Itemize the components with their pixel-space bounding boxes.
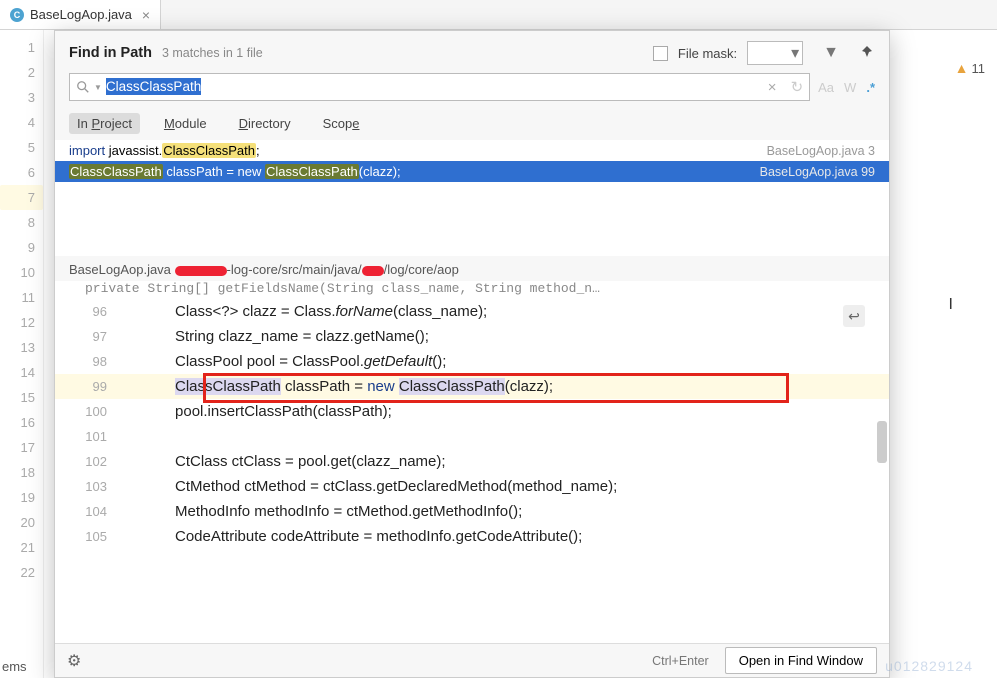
result-row[interactable]: import javassist.ClassClassPath;BaseLogA… [55,140,889,161]
search-query-text: ClassClassPath [106,78,201,95]
gutter-line: 6 [0,160,43,185]
warning-count: 11 [972,61,986,76]
scope-tab[interactable]: Directory [231,113,299,134]
gutter-line: 8 [0,210,43,235]
code-line[interactable]: 103 CtMethod ctMethod = ctClass.getDecla… [55,474,889,499]
file-mask-checkbox[interactable] [653,46,668,61]
code-line[interactable]: 102 CtClass ctClass = pool.get(clazz_nam… [55,449,889,474]
tab-label: BaseLogAop.java [30,7,132,22]
watermark: u012829124 [885,658,973,674]
code-preview[interactable]: private String[] getFieldsName(String cl… [55,281,889,643]
file-mask-label: File mask: [678,46,737,61]
scope-tabs: In Project Module Directory Scope [55,109,889,140]
gutter-line: 21 [0,535,43,560]
close-icon[interactable]: × [142,7,150,23]
gutter-line: 4 [0,110,43,135]
statusbar-fragment: ems [2,659,27,674]
truncated-line: private String[] getFieldsName(String cl… [85,281,889,299]
scope-tab[interactable]: Module [156,113,215,134]
editor-gutter: 12345678910111213141516171819202122 [0,30,44,678]
code-line[interactable]: 100 pool.insertClassPath(classPath); [55,399,889,424]
gutter-line: 14 [0,360,43,385]
gutter-line: 15 [0,385,43,410]
results-list: import javassist.ClassClassPath;BaseLogA… [55,140,889,182]
gutter-line: 9 [0,235,43,260]
gutter-line: 18 [0,460,43,485]
gutter-line: 7 [0,185,43,210]
gutter-line: 13 [0,335,43,360]
class-file-icon: C [10,8,24,22]
shortcut-hint: Ctrl+Enter [652,654,709,668]
chevron-down-icon[interactable]: ▼ [94,83,102,92]
history-icon[interactable]: ↻ [785,78,810,96]
clear-icon[interactable]: × [760,79,785,96]
redacted-segment [362,266,384,276]
editor-tab-bar: C BaseLogAop.java × [0,0,997,30]
panel-title: Find in Path [69,45,152,61]
code-line[interactable]: 101 [55,424,889,449]
find-in-path-panel: Find in Path 3 matches in 1 file File ma… [54,30,890,678]
code-line[interactable]: 96 Class<?> clazz = Class.forName(class_… [55,299,889,324]
gutter-line: 10 [0,260,43,285]
gutter-line: 17 [0,435,43,460]
scope-tab[interactable]: Scope [315,113,368,134]
editor-tab[interactable]: C BaseLogAop.java × [0,0,161,29]
code-line[interactable]: 97 String clazz_name = clazz.getName(); [55,324,889,349]
match-case-toggle[interactable]: Aa [818,80,834,95]
text-cursor-icon: I [949,296,953,314]
gutter-line: 1 [0,35,43,60]
redacted-segment [175,266,227,276]
match-summary: 3 matches in 1 file [162,46,263,60]
search-input[interactable]: ▼ ClassClassPath × ↻ [69,73,810,101]
code-line[interactable]: 99 ClassClassPath classPath = new ClassC… [55,374,889,399]
gutter-line: 3 [0,85,43,110]
gutter-line: 5 [0,135,43,160]
words-toggle[interactable]: W [844,80,856,95]
pin-icon[interactable] [859,43,875,64]
preview-path: BaseLogAop.java -log-core/src/main/java/… [55,256,889,281]
search-icon [70,80,96,94]
filter-icon[interactable]: ▼ [823,44,839,62]
gutter-line: 11 [0,285,43,310]
gutter-line: 16 [0,410,43,435]
file-mask-combo[interactable]: ▾ [747,41,803,65]
gutter-line: 19 [0,485,43,510]
scope-tab[interactable]: In Project [69,113,140,134]
warning-icon: ▲ [955,60,969,76]
gutter-line: 2 [0,60,43,85]
warnings-indicator[interactable]: ▲ 11 [955,60,985,76]
code-line[interactable]: 105 CodeAttribute codeAttribute = method… [55,524,889,549]
gutter-line: 12 [0,310,43,335]
scrollbar-thumb[interactable] [877,421,887,463]
code-line[interactable]: 98 ClassPool pool = ClassPool.getDefault… [55,349,889,374]
code-line[interactable]: 104 MethodInfo methodInfo = ctMethod.get… [55,499,889,524]
gutter-line: 20 [0,510,43,535]
open-in-find-window-button[interactable]: Open in Find Window [725,647,877,674]
regex-toggle[interactable]: .* [866,80,875,95]
gear-icon[interactable]: ⚙ [67,651,81,671]
result-row[interactable]: ClassClassPath classPath = new ClassClas… [55,161,889,182]
gutter-line: 22 [0,560,43,585]
soft-wrap-icon[interactable]: ↩ [843,305,865,327]
